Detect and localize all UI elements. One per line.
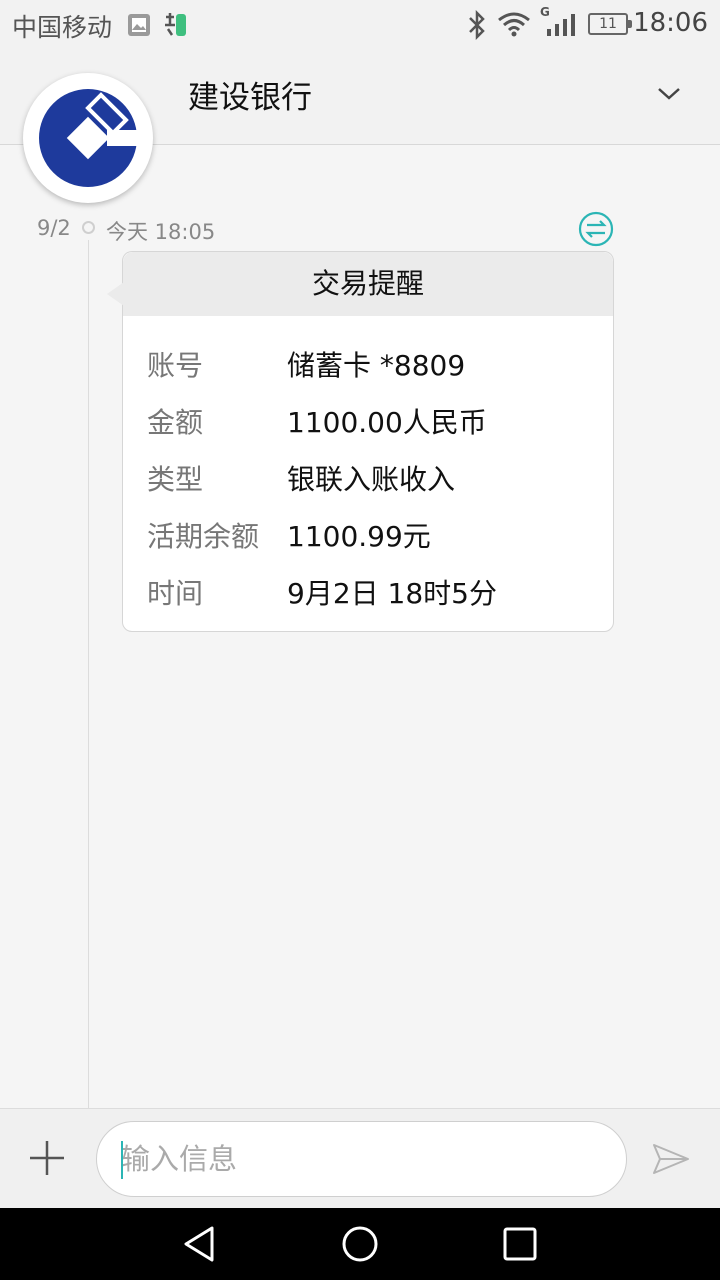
card-title: 交易提醒 <box>123 252 613 316</box>
row-label: 类型 <box>147 463 204 496</box>
signal-icon <box>547 14 575 36</box>
plus-icon[interactable] <box>28 1139 66 1177</box>
image-icon <box>128 14 150 36</box>
row-label: 金额 <box>147 406 204 439</box>
carrier-name: 中国移动 <box>12 13 113 42</box>
timeline-dot <box>82 221 95 234</box>
row-value: 储蓄卡 *8809 <box>287 349 466 382</box>
bluetooth-icon <box>469 10 485 40</box>
chevron-down-icon[interactable] <box>654 78 684 108</box>
message-time: 今天 18:05 <box>106 220 216 244</box>
back-icon[interactable] <box>180 1224 220 1264</box>
swap-icon[interactable] <box>577 210 615 248</box>
message-input[interactable]: 输入信息 <box>96 1121 627 1197</box>
bank-logo <box>39 89 141 187</box>
transaction-message-card[interactable]: 交易提醒 账号 储蓄卡 *8809 金额 1100.00人民币 类型 银联入账收… <box>107 251 614 632</box>
app-notification-icon <box>165 13 186 36</box>
row-label: 账号 <box>147 349 204 382</box>
send-icon[interactable] <box>652 1142 690 1176</box>
home-icon[interactable] <box>340 1224 380 1264</box>
row-value: 1100.00人民币 <box>287 406 487 439</box>
battery-icon: 11 <box>588 13 632 35</box>
sms-thread-screen: 中国移动 G 11 18:06 建设银行 9/2 今天 18:05 交易提醒 账… <box>0 0 720 1280</box>
contact-name: 建设银行 <box>188 80 312 116</box>
timeline-line <box>88 240 89 1108</box>
battery-level: 11 <box>599 16 617 32</box>
message-date: 9/2 <box>37 216 71 240</box>
bubble-tail <box>107 282 124 306</box>
status-time: 18:06 <box>633 8 708 38</box>
row-value: 银联入账收入 <box>287 463 456 496</box>
message-input-placeholder: 输入信息 <box>121 1142 238 1176</box>
navigation-bar <box>0 1208 720 1280</box>
row-value: 1100.99元 <box>287 520 431 553</box>
recents-icon[interactable] <box>500 1224 540 1264</box>
row-label: 时间 <box>147 577 204 610</box>
wifi-icon <box>498 12 530 37</box>
text-caret <box>121 1141 123 1179</box>
composer-bar: 输入信息 <box>0 1108 720 1208</box>
contact-avatar[interactable] <box>23 73 153 203</box>
status-bar: 中国移动 G 11 18:06 <box>0 0 720 50</box>
row-value: 9月2日 18时5分 <box>287 577 497 610</box>
row-label: 活期余额 <box>147 520 260 553</box>
